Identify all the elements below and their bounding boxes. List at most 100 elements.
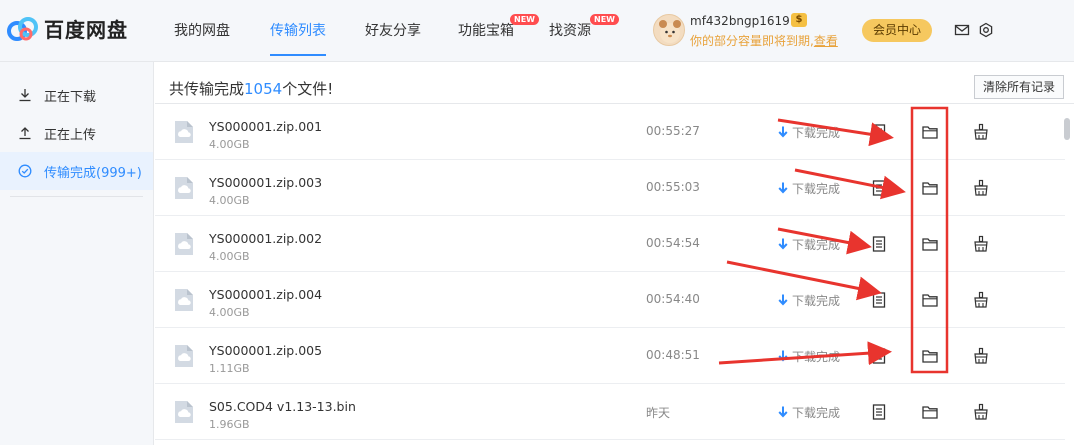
nav-toolbox[interactable]: 功能宝箱 [458,20,514,40]
clear-record-icon[interactable] [972,347,990,365]
status-text: 下载完成 [792,126,841,140]
settings-icon[interactable] [978,22,994,38]
download-arrow-icon [778,294,788,306]
open-folder-icon[interactable] [921,235,939,253]
username[interactable]: mf432bngp1619 [690,14,790,28]
clear-record-icon[interactable] [972,179,990,197]
file-name: YS000001.zip.004 [209,287,323,302]
check-circle-icon [18,164,32,178]
app-logo[interactable]: 百度网盘 [6,14,128,43]
completed-time: 00:54:54 [646,236,700,250]
list-item[interactable]: YS000001.zip.005 1.11GB 00:48:51 下载完成 [155,328,1065,384]
file-details-icon[interactable] [870,403,888,421]
clear-record-icon[interactable] [972,123,990,141]
nav-transfer-list[interactable]: 传输列表 [270,20,326,40]
file-size: 1.11GB [209,362,250,375]
open-folder-icon[interactable] [921,123,939,141]
archive-file-icon [175,289,193,311]
file-size: 1.96GB [209,418,250,431]
open-folder-icon[interactable] [921,179,939,197]
file-name: YS000001.zip.002 [209,231,323,246]
completed-summary: 共传输完成1054个文件! [169,78,333,99]
file-size: 4.00GB [209,250,250,263]
open-folder-icon[interactable] [921,347,939,365]
download-arrow-icon [778,182,788,194]
status-badge: 下载完成 [778,348,840,365]
scrollbar-thumb[interactable] [1064,118,1070,140]
active-tab-indicator [270,54,326,56]
sidebar-item-label: 正在上传 [44,127,97,143]
file-name: S05.COD4 v1.13-13.bin [209,399,356,414]
file-name: YS000001.zip.005 [209,343,323,358]
archive-file-icon [175,345,193,367]
status-badge: 下载完成 [778,124,840,141]
archive-file-icon [175,121,193,143]
avatar[interactable] [653,14,685,46]
file-details-icon[interactable] [870,291,888,309]
upload-icon [19,127,31,140]
clear-record-icon[interactable] [972,235,990,253]
status-badge: 下载完成 [778,236,840,253]
mail-icon[interactable] [954,22,970,38]
sidebar-item-label: 传输完成(999+) [44,165,142,181]
transfer-completed-panel: 共传输完成1054个文件! 清除所有记录 YS000001.zip.001 4.… [155,62,1074,445]
clear-record-icon[interactable] [972,403,990,421]
status-badge: 下载完成 [778,292,840,309]
file-size: 4.00GB [209,306,250,319]
list-item[interactable]: YS000001.zip.001 4.00GB 00:55:27 下载完成 [155,104,1065,160]
file-details-icon[interactable] [870,179,888,197]
status-text: 下载完成 [792,294,841,308]
nav-friend-share[interactable]: 好友分享 [365,20,421,40]
file-name: YS000001.zip.003 [209,175,323,190]
app-name: 百度网盘 [44,18,128,42]
file-size: 4.00GB [209,138,250,151]
completed-time: 00:55:03 [646,180,700,194]
status-text: 下载完成 [792,350,841,364]
view-link[interactable]: 查看 [814,34,838,48]
status-text: 下载完成 [792,182,841,196]
sidebar-item-label: 正在下载 [44,89,97,105]
file-name: YS000001.zip.001 [209,119,323,134]
download-arrow-icon [778,350,788,362]
storage-expiry-text: 你的部分容量即将到期, [690,34,814,48]
new-badge: NEW [510,14,539,25]
nav-find-resources[interactable]: 找资源 [549,20,591,40]
completed-time: 昨天 [646,406,671,420]
list-item[interactable]: YS000001.zip.004 4.00GB 00:54:40 下载完成 [155,272,1065,328]
file-list: YS000001.zip.001 4.00GB 00:55:27 下载完成 YS… [155,104,1065,440]
sidebar-item-downloading[interactable]: 正在下载 [0,76,153,114]
summary-suffix: 个文件! [282,80,334,98]
completed-time: 00:55:27 [646,124,700,138]
sidebar-item-uploading[interactable]: 正在上传 [0,114,153,152]
download-icon [19,89,31,102]
status-text: 下载完成 [792,406,841,420]
completed-count: 1054 [244,80,283,98]
clear-all-records-button[interactable]: 清除所有记录 [974,75,1064,99]
sidebar: 正在下载 正在上传 传输完成(999+) [0,62,154,445]
completed-time: 00:54:40 [646,292,700,306]
avatar-icon [659,20,681,43]
download-arrow-icon [778,406,788,418]
archive-file-icon [175,401,193,423]
clear-record-icon[interactable] [972,291,990,309]
vip-center-button[interactable]: 会员中心 [862,19,932,42]
file-details-icon[interactable] [870,123,888,141]
open-folder-icon[interactable] [921,291,939,309]
storage-expiry-notice: 你的部分容量即将到期,查看 [690,32,838,49]
list-item[interactable]: YS000001.zip.002 4.00GB 00:54:54 下载完成 [155,216,1065,272]
new-badge: NEW [590,14,619,25]
download-arrow-icon [778,126,788,138]
open-folder-icon[interactable] [921,403,939,421]
list-item[interactable]: S05.COD4 v1.13-13.bin 1.96GB 昨天 下载完成 [155,384,1065,440]
coin-icon[interactable]: $ [791,13,807,27]
sidebar-divider [10,196,143,197]
list-item[interactable]: YS000001.zip.003 4.00GB 00:55:03 下载完成 [155,160,1065,216]
completed-time: 00:48:51 [646,348,700,362]
status-text: 下载完成 [792,238,841,252]
file-details-icon[interactable] [870,347,888,365]
file-details-icon[interactable] [870,235,888,253]
download-arrow-icon [778,238,788,250]
nav-my-disk[interactable]: 我的网盘 [174,20,230,40]
sidebar-item-completed[interactable]: 传输完成(999+) [0,152,153,190]
top-bar: 百度网盘 我的网盘 传输列表 好友分享 功能宝箱 NEW 找资源 NEW mf4… [0,0,1074,62]
